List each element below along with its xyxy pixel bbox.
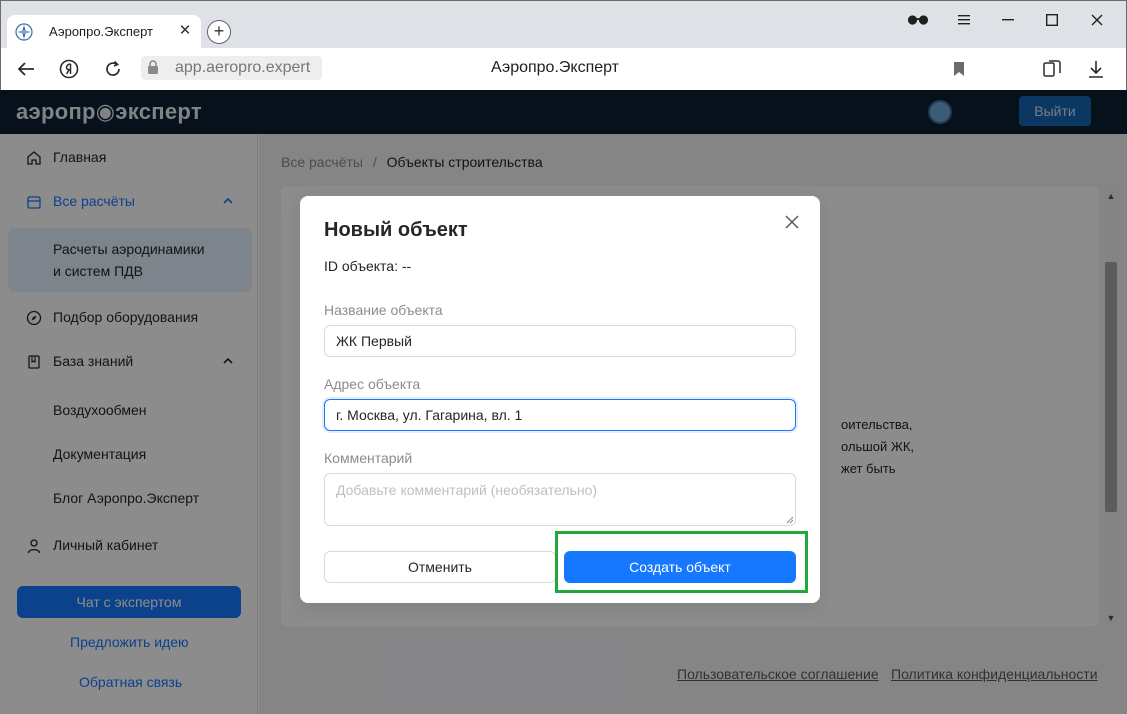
- reload-icon[interactable]: [102, 58, 124, 80]
- tab-favicon-icon: [15, 23, 33, 41]
- close-icon[interactable]: [784, 214, 800, 230]
- collections-icon[interactable]: [1041, 58, 1063, 80]
- dialog-title: Новый объект: [324, 219, 468, 241]
- object-id: ID объекта: --: [324, 258, 412, 274]
- page-title: Аэропро.Эксперт: [491, 59, 620, 76]
- yandex-icon[interactable]: [58, 58, 80, 80]
- lock-icon: [148, 60, 158, 74]
- tab-title: Аэропро.Эксперт: [49, 24, 154, 39]
- comment-label: Комментарий: [324, 450, 413, 466]
- object-name-input[interactable]: [324, 325, 796, 357]
- highlight-frame: [555, 531, 808, 593]
- url-text[interactable]: app.aeropro.expert: [175, 59, 310, 77]
- tab-close-icon[interactable]: ✕: [177, 23, 193, 39]
- object-name-label: Название объекта: [324, 302, 443, 318]
- browser-tab[interactable]: Аэропро.Эксперт ✕: [7, 15, 201, 49]
- minimize-icon[interactable]: [997, 9, 1019, 31]
- object-address-label: Адрес объекта: [324, 376, 421, 392]
- cancel-button[interactable]: Отменить: [324, 551, 556, 583]
- download-icon[interactable]: [1085, 58, 1107, 80]
- comment-textarea[interactable]: [324, 473, 796, 526]
- resize-grip-icon[interactable]: [786, 516, 794, 524]
- reader-mode-icon[interactable]: [907, 9, 929, 31]
- browser-address-bar: app.aeropro.expert Аэропро.Эксперт: [0, 48, 1127, 90]
- maximize-icon[interactable]: [1041, 9, 1063, 31]
- object-address-input[interactable]: [324, 399, 796, 431]
- bookmark-icon[interactable]: [948, 58, 970, 80]
- back-icon[interactable]: [15, 58, 37, 80]
- menu-icon[interactable]: [953, 9, 975, 31]
- new-tab-icon[interactable]: +: [207, 20, 231, 44]
- close-window-icon[interactable]: [1086, 9, 1108, 31]
- browser-tab-bar: Аэропро.Эксперт ✕ +: [0, 0, 1127, 49]
